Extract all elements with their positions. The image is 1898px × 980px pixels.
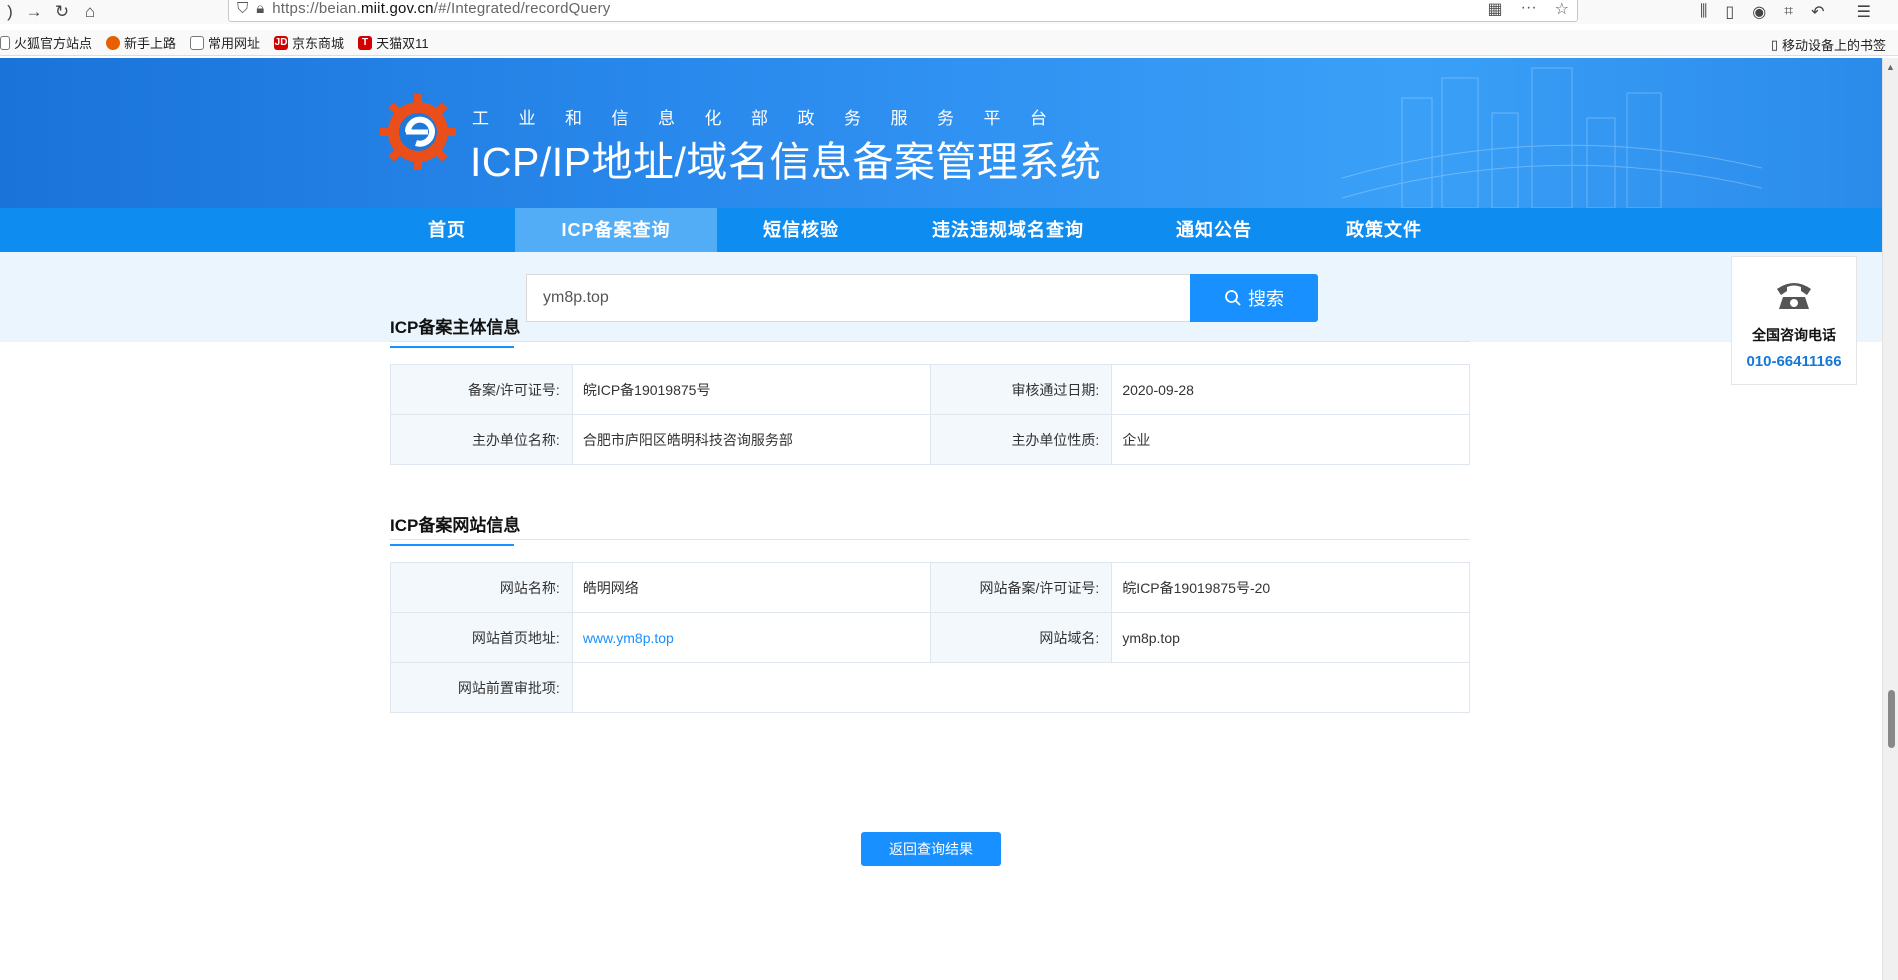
nav-home[interactable]: 首页	[394, 208, 500, 252]
page: 工业和信息化部政务服务平台 ICP/IP地址/域名信息备案管理系统 首页 ICP…	[0, 58, 1882, 980]
site-license-label: 网站备案/许可证号:	[929, 562, 1113, 613]
system-title: ICP/IP地址/域名信息备案管理系统	[470, 139, 1102, 185]
forward-icon[interactable]: →	[20, 0, 48, 24]
title-underline	[390, 346, 514, 348]
search-band: 搜索	[0, 252, 1882, 342]
site-name-label: 网站名称:	[390, 562, 573, 613]
sidebar-icon[interactable]: ▯	[1725, 2, 1734, 22]
hotline-widget: 全国咨询电话 010-66411166	[1731, 256, 1857, 385]
domain-label: 网站域名:	[929, 612, 1113, 663]
city-skyline-decoration	[1342, 67, 1762, 208]
nav-sms-verify[interactable]: 短信核验	[741, 208, 861, 252]
undo-icon[interactable]: ↶	[1811, 2, 1824, 22]
browser-toolbar: ) → ↻ ⌂ ⛉ 🔒︎ https://beian.miit.gov.cn/#…	[0, 0, 1898, 24]
organizer-name-label: 主办单位名称:	[390, 414, 573, 465]
subject-info-table: 备案/许可证号: 皖ICP备19019875号 审核通过日期: 2020-09-…	[390, 364, 1470, 465]
nav-icp-query[interactable]: ICP备案查询	[515, 208, 717, 252]
preapproval-value	[571, 662, 1471, 713]
account-icon[interactable]: ◉	[1752, 2, 1766, 22]
bookmark-tmall[interactable]: T 天猫双11	[358, 33, 429, 52]
back-to-results-button[interactable]: 返回查询结果	[861, 832, 1001, 866]
scrollbar-thumb[interactable]	[1888, 690, 1895, 748]
site-name-value: 皓明网络	[571, 562, 931, 613]
hotline-number: 010-66411166	[1746, 353, 1842, 370]
approval-date-label: 审核通过日期:	[929, 364, 1113, 415]
lock-icon[interactable]: 🔒︎	[256, 0, 264, 17]
site-license-value: 皖ICP备19019875号-20	[1111, 562, 1470, 613]
table-row: 主办单位名称: 合肥市庐阳区皓明科技咨询服务部 主办单位性质: 企业	[390, 414, 1470, 465]
table-row: 网站首页地址: www.ym8p.top 网站域名: ym8p.top	[390, 612, 1470, 663]
more-actions-icon[interactable]: ···	[1521, 0, 1537, 19]
shield-icon[interactable]: ⛉	[237, 0, 248, 17]
bookmarks-bar: 火狐官方站点 新手上路 常用网址 JD 京东商城 T 天猫双11 ▯ 移动设备上…	[0, 30, 1898, 56]
section-divider	[390, 539, 1470, 540]
preapproval-label: 网站前置审批项:	[390, 662, 573, 713]
bookmark-common-sites[interactable]: 常用网址	[190, 33, 260, 52]
url-text[interactable]: https://beian.miit.gov.cn/#/Integrated/r…	[272, 0, 610, 17]
qr-code-icon[interactable]: ▦	[1488, 0, 1503, 19]
bookmark-getting-started[interactable]: 新手上路	[106, 33, 176, 52]
section-divider	[390, 341, 1470, 342]
search-input[interactable]	[526, 274, 1192, 322]
scroll-up-icon[interactable]: ▲	[1886, 62, 1895, 72]
platform-subtitle: 工业和信息化部政务服务平台	[472, 109, 1077, 128]
search-button-label: 搜索	[1248, 289, 1284, 309]
search-button[interactable]: 搜索	[1190, 274, 1318, 322]
approval-date-value: 2020-09-28	[1111, 364, 1470, 415]
title-underline	[390, 544, 514, 546]
firefox-icon	[106, 35, 121, 50]
search-icon	[1225, 290, 1241, 306]
nav-announcements[interactable]: 通知公告	[1150, 208, 1278, 252]
license-no-label: 备案/许可证号:	[390, 364, 573, 415]
library-icon[interactable]: ⫼	[1700, 3, 1707, 21]
telephone-icon	[1732, 275, 1856, 315]
table-row: 网站前置审批项:	[390, 662, 1471, 713]
menu-icon[interactable]: ☰	[1857, 2, 1871, 22]
folder-icon	[190, 35, 205, 50]
table-row: 网站名称: 皓明网络 网站备案/许可证号: 皖ICP备19019875号-20	[390, 562, 1470, 613]
homepage-link[interactable]: www.ym8p.top	[571, 612, 931, 663]
license-no-value: 皖ICP备19019875号	[571, 364, 931, 415]
organizer-type-value: 企业	[1111, 414, 1470, 465]
screenshot-icon[interactable]: ⌗	[1784, 3, 1793, 21]
tmall-icon: T	[358, 35, 373, 50]
table-row: 备案/许可证号: 皖ICP备19019875号 审核通过日期: 2020-09-…	[390, 364, 1470, 415]
mobile-device-icon: ▯	[1770, 36, 1778, 52]
jd-icon: JD	[274, 35, 289, 50]
header-banner: 工业和信息化部政务服务平台 ICP/IP地址/域名信息备案管理系统	[0, 58, 1882, 208]
main-nav: 首页 ICP备案查询 短信核验 违法违规域名查询 通知公告 政策文件	[0, 208, 1882, 252]
subject-info-title: ICP备案主体信息	[390, 313, 520, 348]
site-info-title: ICP备案网站信息	[390, 511, 520, 546]
back-icon[interactable]: )	[0, 0, 20, 24]
nav-illegal-domain-query[interactable]: 违法违规域名查询	[920, 208, 1096, 252]
bookmark-firefox-site[interactable]: 火狐官方站点	[0, 33, 92, 52]
bookmark-jd[interactable]: JD 京东商城	[274, 33, 344, 52]
page-scrollbar[interactable]: ▲	[1882, 58, 1898, 980]
domain-value: ym8p.top	[1111, 612, 1470, 663]
page-icon	[0, 35, 10, 50]
homepage-label: 网站首页地址:	[390, 612, 573, 663]
reload-icon[interactable]: ↻	[48, 0, 76, 24]
bookmark-mobile[interactable]: ▯ 移动设备上的书签	[1771, 35, 1886, 54]
nav-policy-documents[interactable]: 政策文件	[1320, 208, 1448, 252]
home-icon[interactable]: ⌂	[76, 0, 104, 24]
miit-logo-icon	[380, 94, 456, 170]
organizer-type-label: 主办单位性质:	[929, 414, 1113, 465]
bookmark-star-icon[interactable]: ☆	[1555, 0, 1569, 19]
url-bar[interactable]: ⛉ 🔒︎ https://beian.miit.gov.cn/#/Integra…	[228, 0, 1578, 22]
hotline-label: 全国咨询电话	[1752, 327, 1836, 343]
organizer-name-value: 合肥市庐阳区皓明科技咨询服务部	[571, 414, 931, 465]
site-info-table: 网站名称: 皓明网络 网站备案/许可证号: 皖ICP备19019875号-20 …	[390, 562, 1471, 713]
